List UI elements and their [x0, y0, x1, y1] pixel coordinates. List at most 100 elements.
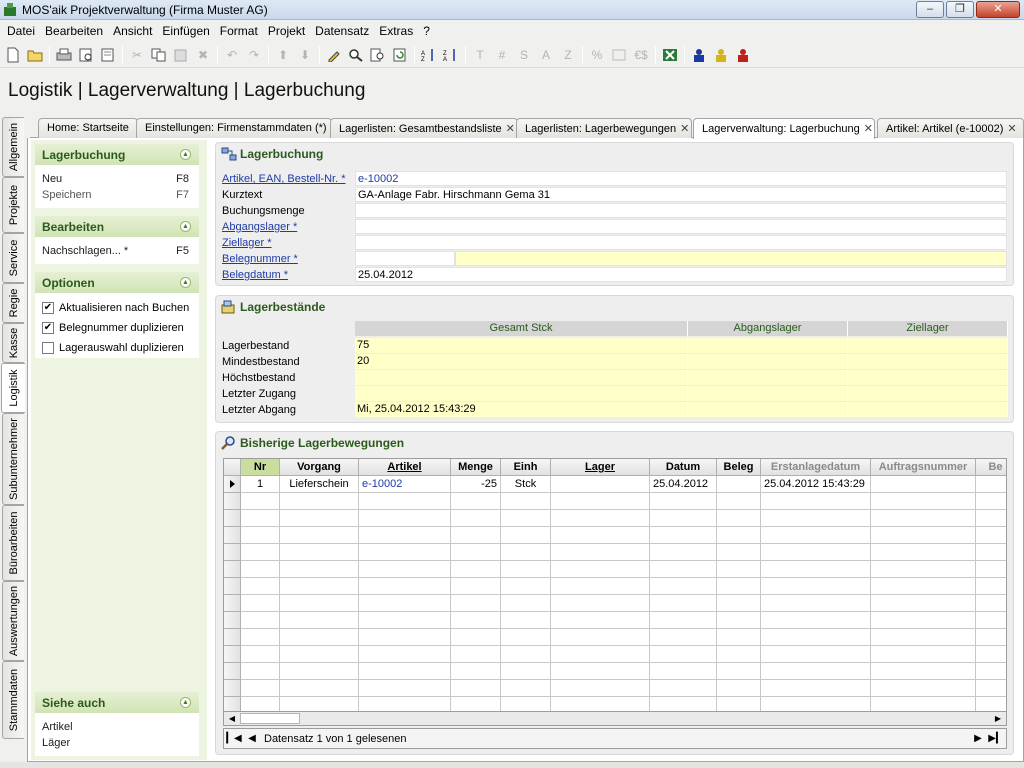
belegnummer-input[interactable] [355, 251, 455, 266]
empty-cell[interactable] [871, 663, 976, 680]
empty-cell[interactable] [976, 595, 1006, 612]
empty-cell[interactable] [241, 612, 280, 629]
empty-cell[interactable] [359, 612, 451, 629]
empty-cell[interactable] [501, 612, 551, 629]
empty-cell[interactable] [241, 561, 280, 578]
empty-cell[interactable] [501, 680, 551, 697]
empty-cell[interactable] [650, 595, 717, 612]
close-tab-icon[interactable]: ✕ [506, 123, 515, 135]
empty-cell[interactable] [551, 510, 650, 527]
column-header-lager[interactable]: Lager [551, 459, 650, 476]
empty-cell[interactable] [717, 663, 761, 680]
menu-bearbeiten[interactable]: Bearbeiten [40, 24, 108, 38]
empty-cell[interactable] [650, 646, 717, 663]
empty-cell[interactable] [451, 493, 501, 510]
empty-cell[interactable] [501, 646, 551, 663]
empty-cell[interactable] [501, 544, 551, 561]
empty-cell[interactable] [359, 527, 451, 544]
empty-cell[interactable] [280, 510, 359, 527]
empty-cell[interactable] [871, 510, 976, 527]
sort-asc-icon[interactable]: AZ [418, 44, 440, 66]
empty-cell[interactable] [976, 510, 1006, 527]
empty-cell[interactable] [871, 527, 976, 544]
minimize-button[interactable]: – [916, 1, 944, 18]
new-doc-icon[interactable] [2, 44, 24, 66]
cell-nr[interactable]: 1 [241, 476, 280, 493]
empty-cell[interactable] [280, 578, 359, 595]
format-a-button[interactable]: A [535, 44, 557, 66]
row-selector[interactable] [224, 646, 241, 663]
empty-cell[interactable] [717, 612, 761, 629]
column-header-einh[interactable]: Einh [501, 459, 551, 476]
next-record-icon[interactable]: ▶ [970, 731, 986, 747]
cell-auftragsnummer[interactable] [871, 476, 976, 493]
menu-datei[interactable]: Datei [2, 24, 40, 38]
cell-menge[interactable]: -25 [451, 476, 501, 493]
row-selector[interactable] [224, 697, 241, 711]
empty-cell[interactable] [551, 680, 650, 697]
column-header-auftragsnummer[interactable]: Auftragsnummer [871, 459, 976, 476]
empty-cell[interactable] [761, 493, 871, 510]
row-selector[interactable] [224, 663, 241, 680]
vtab-allgemein[interactable]: Allgemein [2, 117, 24, 177]
print-preview-icon[interactable] [75, 44, 97, 66]
empty-cell[interactable] [717, 561, 761, 578]
vtab-stammdaten[interactable]: Stammdaten [2, 661, 24, 739]
link-laeger[interactable]: Läger [35, 735, 199, 751]
empty-cell[interactable] [451, 646, 501, 663]
empty-cell[interactable] [280, 561, 359, 578]
empty-cell[interactable] [717, 680, 761, 697]
empty-cell[interactable] [241, 493, 280, 510]
empty-cell[interactable] [280, 527, 359, 544]
empty-cell[interactable] [717, 646, 761, 663]
empty-cell[interactable] [451, 629, 501, 646]
empty-cell[interactable] [761, 527, 871, 544]
vtab-regie[interactable]: Regie [2, 283, 24, 323]
empty-cell[interactable] [551, 646, 650, 663]
empty-cell[interactable] [871, 544, 976, 561]
scroll-left-icon[interactable]: ◀ [225, 713, 239, 724]
empty-cell[interactable] [241, 697, 280, 711]
format-hash-button[interactable]: # [491, 44, 513, 66]
empty-cell[interactable] [650, 663, 717, 680]
maximize-button[interactable]: ❐ [946, 1, 974, 18]
empty-cell[interactable] [551, 697, 650, 711]
vtab-kasse[interactable]: Kasse [2, 323, 24, 363]
empty-cell[interactable] [650, 680, 717, 697]
empty-cell[interactable] [359, 629, 451, 646]
empty-cell[interactable] [871, 493, 976, 510]
empty-cell[interactable] [761, 561, 871, 578]
abgangslager-input[interactable] [355, 219, 1007, 234]
empty-cell[interactable] [650, 544, 717, 561]
empty-cell[interactable] [717, 629, 761, 646]
menu-projekt[interactable]: Projekt [263, 24, 310, 38]
row-selector[interactable] [224, 476, 241, 493]
empty-cell[interactable] [280, 646, 359, 663]
empty-cell[interactable] [359, 578, 451, 595]
empty-cell[interactable] [761, 578, 871, 595]
empty-cell[interactable] [976, 612, 1006, 629]
empty-cell[interactable] [551, 578, 650, 595]
artikel-input[interactable]: e-10002 [355, 171, 1007, 186]
empty-cell[interactable] [761, 595, 871, 612]
edit-pencil-icon[interactable] [323, 44, 345, 66]
empty-cell[interactable] [871, 646, 976, 663]
menu-einfuegen[interactable]: Einfügen [157, 24, 214, 38]
empty-cell[interactable] [650, 629, 717, 646]
empty-cell[interactable] [551, 527, 650, 544]
empty-cell[interactable] [359, 493, 451, 510]
numbering-icon[interactable] [608, 44, 630, 66]
empty-cell[interactable] [761, 544, 871, 561]
column-header-menge[interactable]: Menge [451, 459, 501, 476]
empty-cell[interactable] [501, 663, 551, 680]
doctab-lagerbewegungen[interactable]: Lagerlisten: Lagerbewegungen ✕ [516, 118, 692, 138]
empty-cell[interactable] [871, 578, 976, 595]
close-tab-icon[interactable]: ✕ [1007, 123, 1016, 135]
empty-cell[interactable] [451, 527, 501, 544]
column-header-vorgang[interactable]: Vorgang [280, 459, 359, 476]
column-header-erstanlagedatum[interactable]: Erstanlagedatum [761, 459, 871, 476]
buchungsmenge-input[interactable] [355, 203, 1007, 218]
doctab-gesamtbestandsliste[interactable]: Lagerlisten: Gesamtbestandsliste ✕ [330, 118, 518, 138]
empty-cell[interactable] [501, 595, 551, 612]
menu-datensatz[interactable]: Datensatz [310, 24, 374, 38]
